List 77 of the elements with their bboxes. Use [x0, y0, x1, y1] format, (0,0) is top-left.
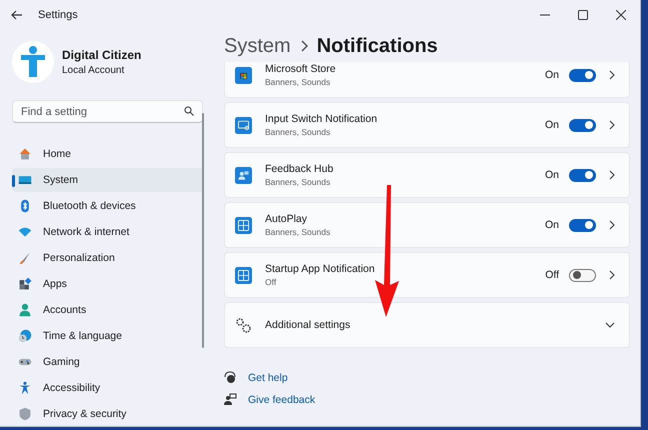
app-icon	[235, 66, 252, 84]
chevron-icon	[609, 220, 615, 230]
scrollbar[interactable]	[202, 113, 204, 348]
profile-name: Digital Citizen	[62, 48, 142, 62]
nav-item[interactable]: Network & internet	[12, 220, 203, 244]
app-notification-row[interactable]: Feedback Hub Banners, Sounds On	[224, 152, 630, 198]
app-summary: Banners, Sounds	[265, 77, 332, 87]
app-notification-row[interactable]: Microsoft Store Banners, Sounds On	[224, 62, 630, 98]
app-name: Input Switch Notification	[265, 113, 378, 125]
chevron-icon	[298, 40, 309, 52]
breadcrumb-parent[interactable]: System	[224, 34, 291, 58]
nav-item[interactable]: System	[12, 168, 203, 192]
toggle-state: Off	[545, 269, 559, 281]
nav-item[interactable]: Home	[12, 142, 203, 166]
toggle-state: On	[544, 69, 559, 81]
app-name: Microsoft Store	[265, 63, 337, 75]
app-notification-row[interactable]: AutoPlay Banners, Sounds On	[224, 202, 630, 248]
chevron-icon	[609, 120, 615, 130]
search-field[interactable]: Find a setting	[12, 100, 203, 123]
app-notification-row[interactable]: Startup App Notification Off Off	[224, 252, 630, 298]
chevron-icon	[609, 270, 615, 280]
help-link[interactable]: Get help	[248, 372, 288, 384]
nav-item[interactable]: Personalization	[12, 246, 203, 270]
nav-item[interactable]: Accounts	[12, 298, 203, 322]
window-title: Settings	[38, 9, 78, 21]
app-icon	[235, 266, 252, 284]
avatar-icon	[12, 41, 54, 83]
toggle-switch[interactable]	[569, 168, 596, 182]
app-summary: Banners, Sounds	[265, 177, 332, 187]
nav-item[interactable]: Time & language	[12, 324, 203, 348]
app-name: AutoPlay	[265, 213, 308, 225]
nav-item[interactable]: Privacy & security	[12, 402, 203, 426]
additional-settings-row[interactable]: Additional settings	[224, 302, 630, 348]
maximize-icon	[578, 10, 588, 20]
nav-icon	[18, 225, 32, 239]
app-summary: Banners, Sounds	[265, 227, 332, 237]
app-name: Feedback Hub	[265, 163, 334, 175]
nav-item[interactable]: Accessibility	[12, 376, 203, 400]
nav-icon	[18, 173, 32, 187]
selection-indicator	[12, 175, 15, 187]
help-icon	[224, 371, 237, 384]
nav-icon	[18, 199, 32, 213]
nav-item[interactable]: Apps	[12, 272, 203, 296]
toggle-state: On	[544, 169, 559, 181]
app-icon	[235, 216, 252, 234]
nav-icon	[18, 277, 32, 291]
feedback-icon	[224, 393, 237, 406]
toggle-switch[interactable]	[569, 118, 596, 132]
account-type: Local Account	[62, 65, 126, 76]
help-link[interactable]: Give feedback	[248, 394, 316, 406]
nav-icon	[18, 303, 32, 317]
nav-icon	[18, 329, 32, 343]
nav-icon	[18, 147, 32, 161]
toggle-switch[interactable]	[569, 218, 596, 232]
back-button[interactable]	[10, 8, 24, 22]
chevron-icon	[609, 70, 615, 80]
app-name: Startup App Notification	[265, 263, 376, 275]
search-icon	[184, 106, 194, 116]
toggle-state: On	[544, 119, 559, 131]
chevron-icon	[609, 170, 615, 180]
gears-icon	[235, 316, 252, 334]
nav-item[interactable]: Bluetooth & devices	[12, 194, 203, 218]
app-icon	[235, 116, 252, 134]
app-summary: Off	[265, 277, 278, 287]
close-icon	[616, 10, 626, 20]
page-title: Notifications	[316, 34, 438, 58]
nav-icon	[18, 407, 32, 421]
nav-item[interactable]: Gaming	[12, 350, 203, 374]
app-notification-row[interactable]: Input Switch Notification Banners, Sounds On	[224, 102, 630, 148]
toggle-state: On	[544, 219, 559, 231]
nav-icon	[18, 381, 32, 395]
additional-settings-label: Additional settings	[265, 319, 352, 331]
toggle-switch[interactable]	[569, 68, 596, 82]
app-icon	[235, 166, 252, 184]
nav-icon	[18, 251, 32, 265]
toggle-switch[interactable]	[569, 268, 596, 282]
app-summary: Banners, Sounds	[265, 127, 332, 137]
